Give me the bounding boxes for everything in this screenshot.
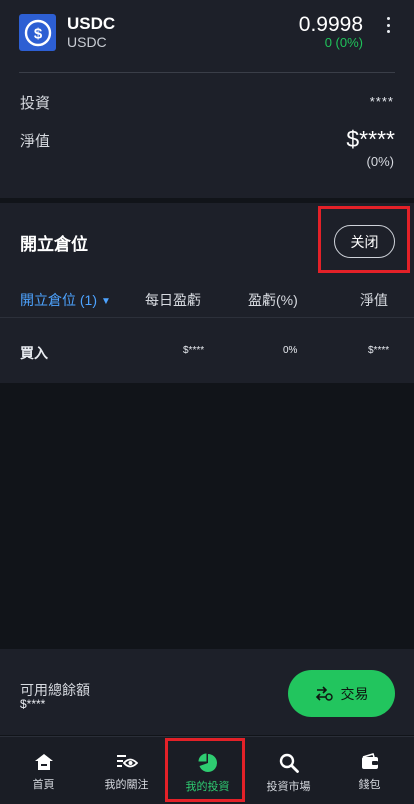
more-vertical-icon[interactable] (384, 15, 392, 35)
tab-label: 投資市場 (266, 781, 311, 793)
open-positions-section: 開立倉位 关闭 開立倉位 (1) ▼ 每日盈虧 盈虧(%) 淨值 買入 $****… (0, 203, 414, 383)
available-balance-value: $**** (20, 697, 46, 711)
wallet-icon (361, 753, 378, 769)
svg-text:$: $ (33, 25, 42, 42)
net-value-percent: (0%) (366, 154, 394, 169)
net-value-label: 淨值 (20, 133, 51, 150)
highlight-box (165, 738, 245, 802)
caret-down-icon: ▼ (101, 296, 111, 307)
position-side: 買入 (20, 345, 48, 361)
tab-home[interactable]: 首頁 (2, 737, 85, 804)
search-icon (279, 753, 299, 773)
tab-markets[interactable]: 投資市場 (247, 737, 330, 804)
coin-symbol: USDC (67, 34, 107, 50)
column-daily-pl[interactable]: 每日盈虧 (145, 290, 201, 310)
coin-price: 0.9998 (298, 13, 363, 36)
asset-header: $ USDC USDC 0.9998 0 (0%) 投資 **** 淨值 $**… (0, 0, 414, 198)
tab-wallet[interactable]: 錢包 (328, 737, 411, 804)
column-pl-percent[interactable]: 盈虧(%) (248, 290, 298, 310)
tab-watchlist[interactable]: 我的關注 (85, 737, 168, 804)
price-change: 0 (0%) (324, 35, 363, 50)
position-daily-pl: $**** (183, 345, 205, 356)
trade-label: 交易 (340, 685, 369, 702)
invest-label: 投資 (20, 95, 51, 112)
trade-bar: 可用總餘額 $**** 交易 (0, 649, 414, 735)
watchlist-eye-icon (116, 755, 138, 768)
coin-name: USDC (67, 14, 116, 33)
highlight-box (318, 206, 410, 273)
position-net-value: $**** (368, 345, 390, 356)
home-icon (34, 754, 53, 770)
net-value: $**** (346, 126, 395, 152)
section-title: 開立倉位 (20, 235, 88, 254)
invest-value: **** (369, 94, 394, 109)
table-divider (0, 317, 414, 318)
tab-label: 我的關注 (104, 779, 149, 791)
position-pl-percent: 0% (283, 345, 298, 356)
column-net-value[interactable]: 淨值 (360, 290, 388, 310)
positions-filter-dropdown[interactable]: 開立倉位 (1) ▼ (20, 290, 111, 310)
tab-label: 首頁 (32, 779, 55, 791)
tab-label: 錢包 (358, 779, 381, 791)
usdc-logo-icon: $ (19, 14, 56, 51)
trade-button[interactable]: 交易 (288, 670, 395, 717)
trade-icon (315, 685, 333, 701)
header-divider (19, 72, 395, 73)
positions-filter-label: 開立倉位 (1) (20, 292, 97, 308)
